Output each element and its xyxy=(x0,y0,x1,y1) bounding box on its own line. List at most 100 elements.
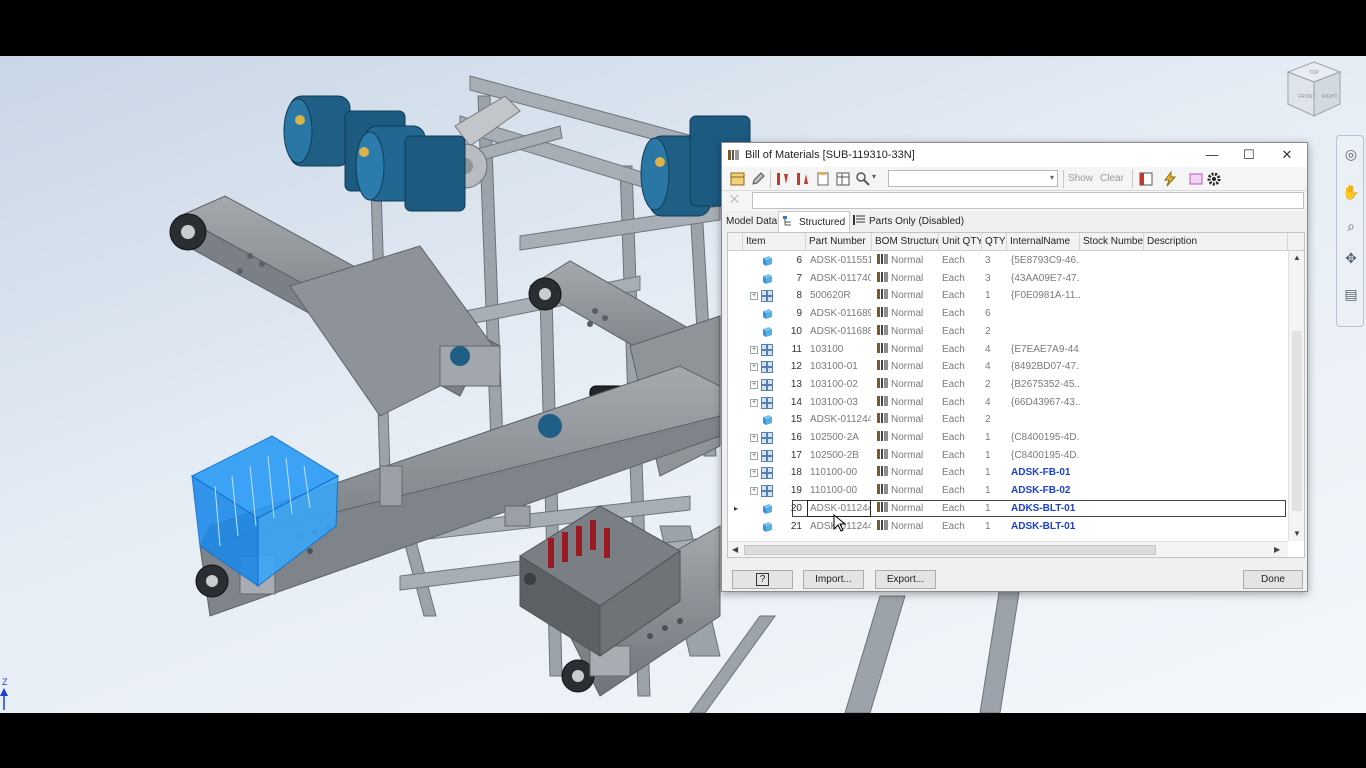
table-row[interactable]: 21ADSK-011244NormalEach1ADSK-BLT-01 xyxy=(728,518,1288,536)
part-icon xyxy=(763,256,772,266)
table-row[interactable]: +11 103100 Normal Each 4 {E7EAE7A9-44... xyxy=(728,341,1288,359)
done-button[interactable]: Done xyxy=(1243,570,1303,589)
cell-item: 21 xyxy=(778,518,806,536)
table-row[interactable]: 6 ADSK-011551 Normal Each 3 {5E8793C9-46... xyxy=(728,252,1288,270)
table-row[interactable]: +12 103100-01 Normal Each 4 {8492BD07-47... xyxy=(728,358,1288,376)
clear-button[interactable]: Clear xyxy=(1100,173,1124,184)
dialog-titlebar[interactable]: Bill of Materials [SUB-119310-33N] — ☐ ✕ xyxy=(722,143,1307,167)
help-button[interactable]: ? xyxy=(732,570,793,589)
link-icon[interactable] xyxy=(1188,171,1204,187)
cell-unit-qty-text: Each xyxy=(942,290,965,302)
header-part-number[interactable]: Part Number xyxy=(806,233,872,251)
scroll-left-icon[interactable]: ◀ xyxy=(732,545,738,554)
table-row[interactable]: +18 110100-00 Normal Each 1 ADSK-FB-01 xyxy=(728,464,1288,482)
scroll-right-icon[interactable]: ▶ xyxy=(1274,545,1280,554)
cell-item: 6 xyxy=(778,252,806,270)
expand-toggle-icon[interactable]: + xyxy=(750,451,758,460)
table-row[interactable]: +17 102500-2B Normal Each 1 {C8400195-4D... xyxy=(728,447,1288,465)
vertical-scrollbar[interactable]: ▲ ▼ xyxy=(1288,251,1304,541)
table-row[interactable]: 15 ADSK-011244 Normal Each 2 xyxy=(728,411,1288,429)
cell-qty-text: 2 xyxy=(985,325,991,337)
cell-unit-qty: Each xyxy=(939,394,982,412)
header-qty[interactable]: QTY xyxy=(982,233,1007,251)
cell-unit-qty-text: Each xyxy=(942,325,965,337)
zoom-icon[interactable]: ⌕ xyxy=(1341,216,1361,236)
expand-toggle-icon[interactable]: + xyxy=(750,345,758,354)
show-button[interactable]: Show xyxy=(1068,173,1093,184)
assembly-icon xyxy=(761,432,773,444)
cell-part-number: ADSK-011689 xyxy=(807,305,871,323)
table-edit-icon[interactable] xyxy=(835,171,851,187)
header-stock-number[interactable]: Stock Number xyxy=(1080,233,1144,251)
close-button[interactable]: ✕ xyxy=(1269,145,1305,165)
filter-combo[interactable]: ▾ xyxy=(888,170,1058,187)
sort-descending-icon[interactable] xyxy=(795,171,811,187)
tab-model-data[interactable]: Model Data xyxy=(722,211,781,232)
expand-toggle-icon[interactable]: + xyxy=(750,380,758,389)
header-description[interactable]: Description xyxy=(1144,233,1288,251)
assembly-icon xyxy=(761,290,773,303)
maximize-button[interactable]: ☐ xyxy=(1231,145,1267,165)
tab-structured[interactable]: Structured xyxy=(778,211,851,232)
table-row[interactable]: +19 110100-00 Normal Each 1 ADSK-FB-02 xyxy=(728,482,1288,500)
horizontal-scrollbar[interactable]: ◀ ▶ xyxy=(728,541,1288,557)
sort-ascending-icon[interactable] xyxy=(775,171,791,187)
expand-toggle-icon[interactable]: + xyxy=(750,434,758,442)
spreadsheet-icon[interactable] xyxy=(1138,171,1154,187)
cell-part-number: 110100-00 xyxy=(807,464,871,482)
settings-gear-icon[interactable] xyxy=(1206,171,1222,187)
cell-unit-qty: Each xyxy=(939,358,982,376)
bom-structure-icon xyxy=(877,484,888,495)
expand-toggle-icon[interactable]: + xyxy=(750,398,758,407)
steering-wheel-icon[interactable]: ◎ xyxy=(1341,144,1361,164)
expand-toggle-icon[interactable]: + xyxy=(750,469,758,478)
export-icon[interactable] xyxy=(815,171,831,187)
find-dropdown-icon[interactable]: ▾ xyxy=(872,172,876,181)
filter-input[interactable] xyxy=(752,192,1304,209)
scroll-down-icon[interactable]: ▼ xyxy=(1293,529,1301,538)
viewcube[interactable]: TOP FRONT RIGHT xyxy=(1284,58,1344,120)
horizontal-scroll-thumb[interactable] xyxy=(744,545,1156,555)
filter-icon[interactable]: ⨉ xyxy=(730,194,744,208)
bom-structure-icon xyxy=(877,324,888,335)
table-row[interactable]: +16 102500-2A Normal Each 1 {C8400195-4D... xyxy=(728,429,1288,447)
header-item[interactable]: Item xyxy=(743,233,806,251)
pan-hand-icon[interactable]: ✋ xyxy=(1341,182,1361,202)
edit-icon[interactable] xyxy=(750,171,766,187)
look-at-icon[interactable]: ▤ xyxy=(1341,284,1361,304)
table-row[interactable]: +8 500620R Normal Each 1 {F0E0981A-11... xyxy=(728,287,1288,305)
tab-parts-only[interactable]: Parts Only (Disabled) xyxy=(849,211,968,232)
bom-toolbar: ▾ ▾ Show Clear xyxy=(722,167,1307,191)
table-row[interactable]: +13 103100-02 Normal Each 2 {B2675352-45... xyxy=(728,376,1288,394)
cell-qty: 2 xyxy=(982,323,1007,341)
table-row[interactable]: ▸ 20 ADSK-011244 Normal Each 1 ADKS-BLT-01 xyxy=(728,499,1288,518)
table-row[interactable]: 9 ADSK-011689 Normal Each 6 xyxy=(728,305,1288,323)
lightning-icon[interactable] xyxy=(1162,171,1178,187)
cell-unit-qty-text: Each xyxy=(942,378,965,390)
find-icon[interactable] xyxy=(855,171,871,187)
cell-internal-name-text: ADSK-BLT-01 xyxy=(1011,520,1076,532)
cell-internal-name: ADSK-BLT-01 xyxy=(1008,518,1080,536)
cell-bom-structure-text: Normal xyxy=(891,361,924,373)
import-table-icon[interactable] xyxy=(730,171,746,187)
minimize-button[interactable]: — xyxy=(1194,145,1230,165)
cell-unit-qty: Each xyxy=(939,376,982,394)
scroll-up-icon[interactable]: ▲ xyxy=(1293,253,1301,262)
orbit-icon[interactable]: ✥ xyxy=(1341,248,1361,268)
table-row[interactable]: +14 103100-03 Normal Each 4 {66D43967-43... xyxy=(728,394,1288,412)
expand-toggle-icon[interactable]: + xyxy=(750,487,758,496)
table-row[interactable]: 7 ADSK-011740 Normal Each 3 {43AA09E7-47... xyxy=(728,270,1288,288)
cell-unit-qty: Each xyxy=(939,287,982,305)
cell-part-number: 103100-03 xyxy=(807,394,871,412)
header-internal-name[interactable]: InternalName xyxy=(1007,233,1080,251)
expand-toggle-icon[interactable]: + xyxy=(750,363,758,372)
import-button[interactable]: Import... xyxy=(803,570,864,589)
export-button[interactable]: Export... xyxy=(875,570,936,589)
expand-toggle-icon[interactable]: + xyxy=(750,292,758,301)
cell-qty: 1 xyxy=(982,429,1007,447)
table-row[interactable]: 10 ADSK-011688 Normal Each 2 xyxy=(728,323,1288,341)
header-bom-structure[interactable]: BOM Structure xyxy=(872,233,939,251)
vertical-scroll-thumb[interactable] xyxy=(1292,331,1302,511)
cell-part-number-text: 103100 xyxy=(810,343,844,355)
header-unit-qty[interactable]: Unit QTY xyxy=(939,233,982,251)
